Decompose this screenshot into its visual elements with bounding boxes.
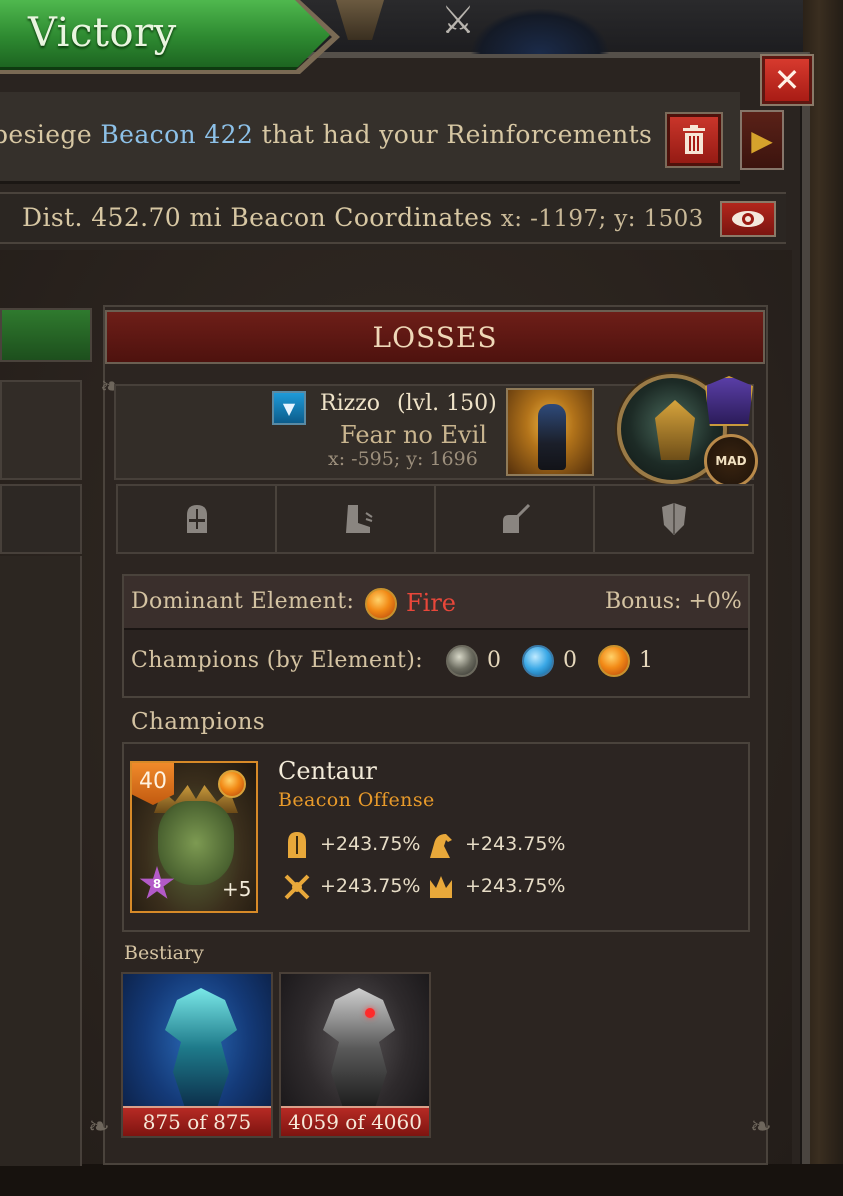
bestiary-title: Bestiary: [124, 942, 204, 964]
left-column-header: [0, 308, 92, 362]
dragon-eye: [365, 1008, 375, 1018]
beacon-link[interactable]: Beacon 422: [100, 120, 253, 149]
champion-stat-value: +243.75%: [320, 833, 421, 855]
champions-section-title: Champions: [131, 709, 266, 735]
champion-stat-value: +243.75%: [320, 875, 421, 897]
glove-icon: [502, 503, 530, 533]
player-name[interactable]: Rizzo: [320, 391, 380, 416]
distance-label: Dist.: [22, 203, 83, 232]
water-element-icon: [522, 645, 554, 677]
play-arrow-icon: ▶: [751, 123, 773, 157]
boot-icon: [345, 505, 373, 533]
corner-ornament-icon: ❧: [750, 1112, 772, 1142]
trash-icon: [683, 125, 705, 154]
earth-element-icon: [446, 645, 478, 677]
bottom-background: [0, 1164, 843, 1196]
delete-button[interactable]: [667, 114, 721, 166]
sword-icon: ⚔: [440, 0, 476, 42]
hero-portrait[interactable]: [506, 388, 594, 476]
distance-coordinates: Dist. 452.70 mi Beacon Coordinates x: -1…: [22, 203, 704, 232]
fire-element-icon: [365, 588, 397, 620]
close-button[interactable]: ✕: [762, 56, 812, 104]
tab-boots[interactable]: [277, 486, 436, 552]
losses-title: LOSSES: [372, 320, 498, 354]
dragon-icon: [323, 988, 395, 1108]
dragon-icon: [165, 988, 237, 1108]
champion-role: Beacon Offense: [278, 789, 435, 811]
coordinates-value[interactable]: x: -1197; y: 1503: [501, 206, 704, 232]
dominant-element-label: Dominant Element:: [131, 589, 355, 614]
eye-icon: [732, 211, 764, 227]
shield-icon: [661, 503, 686, 535]
champion-name: Centaur: [278, 757, 377, 785]
player-name-line: Rizzo (lvl. 150): [320, 391, 497, 416]
losses-header: LOSSES: [105, 310, 765, 364]
left-player-box: [0, 380, 82, 480]
player-dropdown-button[interactable]: ▼: [272, 391, 306, 425]
fire-element-icon: [218, 770, 246, 798]
left-tabs: [0, 484, 82, 554]
beast-health: 4059 of 4060: [281, 1106, 429, 1136]
helmet-icon: [655, 400, 695, 460]
coordinates-label: Beacon Coordinates: [230, 203, 493, 232]
player-level: (lvl. 150): [397, 391, 497, 416]
tab-helmet[interactable]: [118, 486, 277, 552]
hero-figure: [538, 404, 566, 470]
helmet-icon: [288, 832, 306, 858]
champion-face: [158, 801, 234, 885]
alliance-tag-badge: MAD: [704, 434, 758, 488]
fire-element-icon: [598, 645, 630, 677]
helmet-icon: [186, 505, 207, 533]
view-location-button[interactable]: [720, 201, 776, 237]
earth-element-count: 0: [487, 648, 501, 673]
dominant-element-value: Fire: [406, 589, 457, 617]
crossed-weapons-icon: [284, 874, 310, 900]
message-part1: besiege: [0, 120, 93, 149]
beast-card[interactable]: 875 of 875: [121, 972, 273, 1138]
shield-art: [470, 8, 610, 54]
close-icon: ✕: [773, 61, 801, 99]
beast-health: 875 of 875: [123, 1106, 271, 1136]
victory-title: Victory: [28, 10, 177, 56]
element-bonus: Bonus: +0%: [605, 589, 742, 614]
water-element-count: 0: [563, 648, 577, 673]
fire-element-count: 1: [639, 648, 653, 673]
equipment-tabs: [116, 484, 754, 554]
left-column-body: [0, 556, 82, 1166]
tab-armor[interactable]: [595, 486, 752, 552]
champion-plus-level: +5: [222, 877, 252, 901]
next-report-button[interactable]: ▶: [740, 110, 784, 170]
alliance-emblem-icon[interactable]: [705, 376, 753, 426]
champion-stat-value: +243.75%: [465, 875, 566, 897]
message-part2: that had your Reinforcements: [261, 120, 653, 149]
champion-stat-value: +243.75%: [465, 833, 566, 855]
corner-ornament-icon: ❧: [88, 1112, 110, 1142]
tab-gloves[interactable]: [436, 486, 595, 552]
beast-card[interactable]: 4059 of 4060: [279, 972, 431, 1138]
player-alliance-title: Fear no Evil: [340, 421, 487, 449]
champions-by-element-label: Champions (by Element):: [131, 648, 424, 673]
player-coordinates[interactable]: x: -595; y: 1696: [328, 448, 478, 470]
crown-icon: [430, 876, 452, 898]
chevron-down-icon: ▼: [282, 398, 296, 418]
report-message: besiege Beacon 422 that had your Reinfor…: [0, 120, 652, 154]
horse-icon: [430, 834, 452, 858]
distance-value: 452.70 mi: [91, 203, 222, 232]
